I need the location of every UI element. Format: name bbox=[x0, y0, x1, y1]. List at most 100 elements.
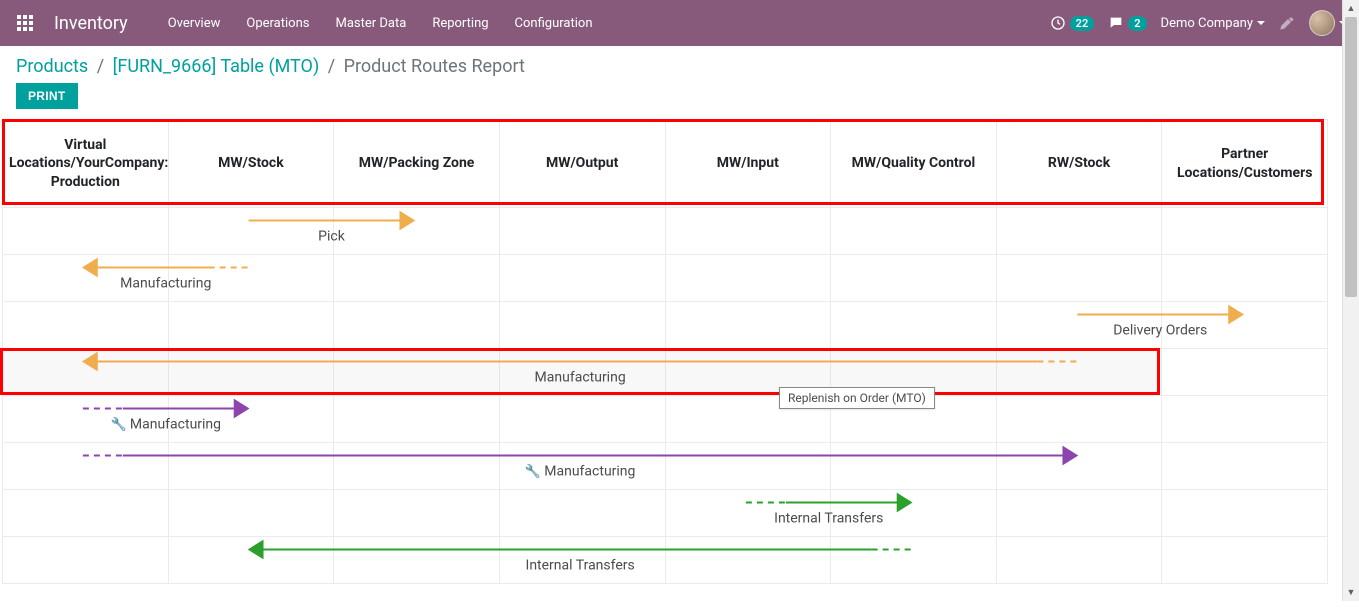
nav-configuration[interactable]: Configuration bbox=[505, 10, 603, 37]
avatar bbox=[1309, 10, 1335, 36]
route-cell bbox=[334, 490, 500, 537]
route-cell bbox=[831, 208, 997, 255]
route-cell bbox=[831, 490, 997, 537]
route-cell bbox=[665, 208, 831, 255]
clock-icon bbox=[1050, 15, 1066, 31]
route-cell bbox=[831, 302, 997, 349]
route-row bbox=[3, 490, 1328, 537]
route-cell bbox=[665, 302, 831, 349]
nav-reporting[interactable]: Reporting bbox=[422, 10, 498, 37]
tooltip: Replenish on Order (MTO) bbox=[779, 387, 935, 409]
route-cell bbox=[996, 208, 1162, 255]
activity-badge: 22 bbox=[1070, 16, 1095, 31]
route-row bbox=[3, 443, 1328, 490]
topbar: Inventory Overview Operations Master Dat… bbox=[0, 0, 1359, 46]
route-cell bbox=[665, 443, 831, 490]
route-cell bbox=[499, 490, 665, 537]
route-cell bbox=[1162, 490, 1328, 537]
route-cell bbox=[499, 349, 665, 396]
route-cell bbox=[996, 490, 1162, 537]
route-cell bbox=[3, 537, 169, 584]
breadcrumb-product[interactable]: [FURN_9666] Table (MTO) bbox=[113, 56, 320, 77]
route-cell bbox=[334, 255, 500, 302]
column-header: MW/Output bbox=[499, 120, 665, 208]
scrollbar-down-icon[interactable]: ▼ bbox=[1343, 584, 1359, 601]
route-cell bbox=[168, 396, 334, 443]
column-header: MW/Packing Zone bbox=[334, 120, 500, 208]
route-cell bbox=[1162, 255, 1328, 302]
route-cell bbox=[168, 255, 334, 302]
route-row bbox=[3, 208, 1328, 255]
discuss-button[interactable]: 2 bbox=[1108, 15, 1146, 31]
route-cell bbox=[1162, 537, 1328, 584]
route-row bbox=[3, 396, 1328, 443]
app-title[interactable]: Inventory bbox=[54, 13, 128, 34]
route-cell bbox=[499, 208, 665, 255]
route-cell bbox=[3, 255, 169, 302]
route-cell bbox=[1162, 302, 1328, 349]
column-header: MW/Quality Control bbox=[831, 120, 997, 208]
route-cell bbox=[665, 537, 831, 584]
route-cell bbox=[3, 490, 169, 537]
activities-button[interactable]: 22 bbox=[1050, 15, 1095, 31]
route-cell bbox=[3, 396, 169, 443]
route-cell bbox=[3, 208, 169, 255]
route-cell bbox=[168, 349, 334, 396]
route-cell bbox=[168, 443, 334, 490]
route-cell bbox=[334, 443, 500, 490]
column-header: MW/Input bbox=[665, 120, 831, 208]
column-header: Virtual Locations/YourCompany: Productio… bbox=[3, 120, 169, 208]
debug-icon[interactable] bbox=[1279, 15, 1295, 31]
chevron-down-icon bbox=[1257, 21, 1265, 25]
apps-button[interactable] bbox=[12, 10, 38, 36]
apps-icon bbox=[17, 15, 33, 31]
route-cell bbox=[168, 490, 334, 537]
chat-badge: 2 bbox=[1128, 16, 1146, 31]
print-button[interactable]: PRINT bbox=[16, 83, 78, 109]
topbar-right: 22 2 Demo Company bbox=[1050, 10, 1347, 36]
company-switcher[interactable]: Demo Company bbox=[1161, 16, 1265, 31]
route-cell bbox=[996, 302, 1162, 349]
column-header: Partner Locations/Customers bbox=[1162, 120, 1328, 208]
route-cell bbox=[831, 255, 997, 302]
nav-overview[interactable]: Overview bbox=[158, 10, 231, 37]
chat-icon bbox=[1108, 15, 1124, 31]
route-cell bbox=[334, 208, 500, 255]
route-cell bbox=[996, 349, 1162, 396]
column-header: RW/Stock bbox=[996, 120, 1162, 208]
route-row bbox=[3, 349, 1328, 396]
route-cell bbox=[3, 443, 169, 490]
route-cell bbox=[996, 537, 1162, 584]
route-cell bbox=[334, 349, 500, 396]
route-cell bbox=[168, 537, 334, 584]
route-cell bbox=[996, 443, 1162, 490]
route-cell bbox=[168, 208, 334, 255]
route-cell bbox=[1162, 396, 1328, 443]
route-cell bbox=[1162, 208, 1328, 255]
route-cell bbox=[996, 396, 1162, 443]
route-cell bbox=[3, 349, 169, 396]
route-cell bbox=[3, 302, 169, 349]
route-cell bbox=[996, 255, 1162, 302]
route-cell bbox=[1162, 443, 1328, 490]
scrollbar-up-icon[interactable]: ▲ bbox=[1343, 0, 1359, 17]
nav-master-data[interactable]: Master Data bbox=[325, 10, 416, 37]
routes-table: Virtual Locations/YourCompany: Productio… bbox=[2, 119, 1328, 584]
route-row bbox=[3, 537, 1328, 584]
column-header: MW/Stock bbox=[168, 120, 334, 208]
routes-report: Virtual Locations/YourCompany: Productio… bbox=[0, 119, 1359, 614]
route-cell bbox=[334, 302, 500, 349]
route-cell bbox=[334, 396, 500, 443]
scrollbar-thumb[interactable] bbox=[1345, 17, 1357, 297]
route-cell bbox=[499, 255, 665, 302]
scrollbar[interactable]: ▲ ▼ bbox=[1342, 0, 1359, 601]
breadcrumb-products[interactable]: Products bbox=[16, 56, 88, 77]
route-row bbox=[3, 302, 1328, 349]
company-name: Demo Company bbox=[1161, 16, 1253, 31]
route-cell bbox=[499, 443, 665, 490]
route-cell bbox=[831, 443, 997, 490]
route-cell bbox=[499, 396, 665, 443]
nav-operations[interactable]: Operations bbox=[236, 10, 319, 37]
nav-menu: Overview Operations Master Data Reportin… bbox=[158, 10, 603, 37]
route-cell bbox=[334, 537, 500, 584]
